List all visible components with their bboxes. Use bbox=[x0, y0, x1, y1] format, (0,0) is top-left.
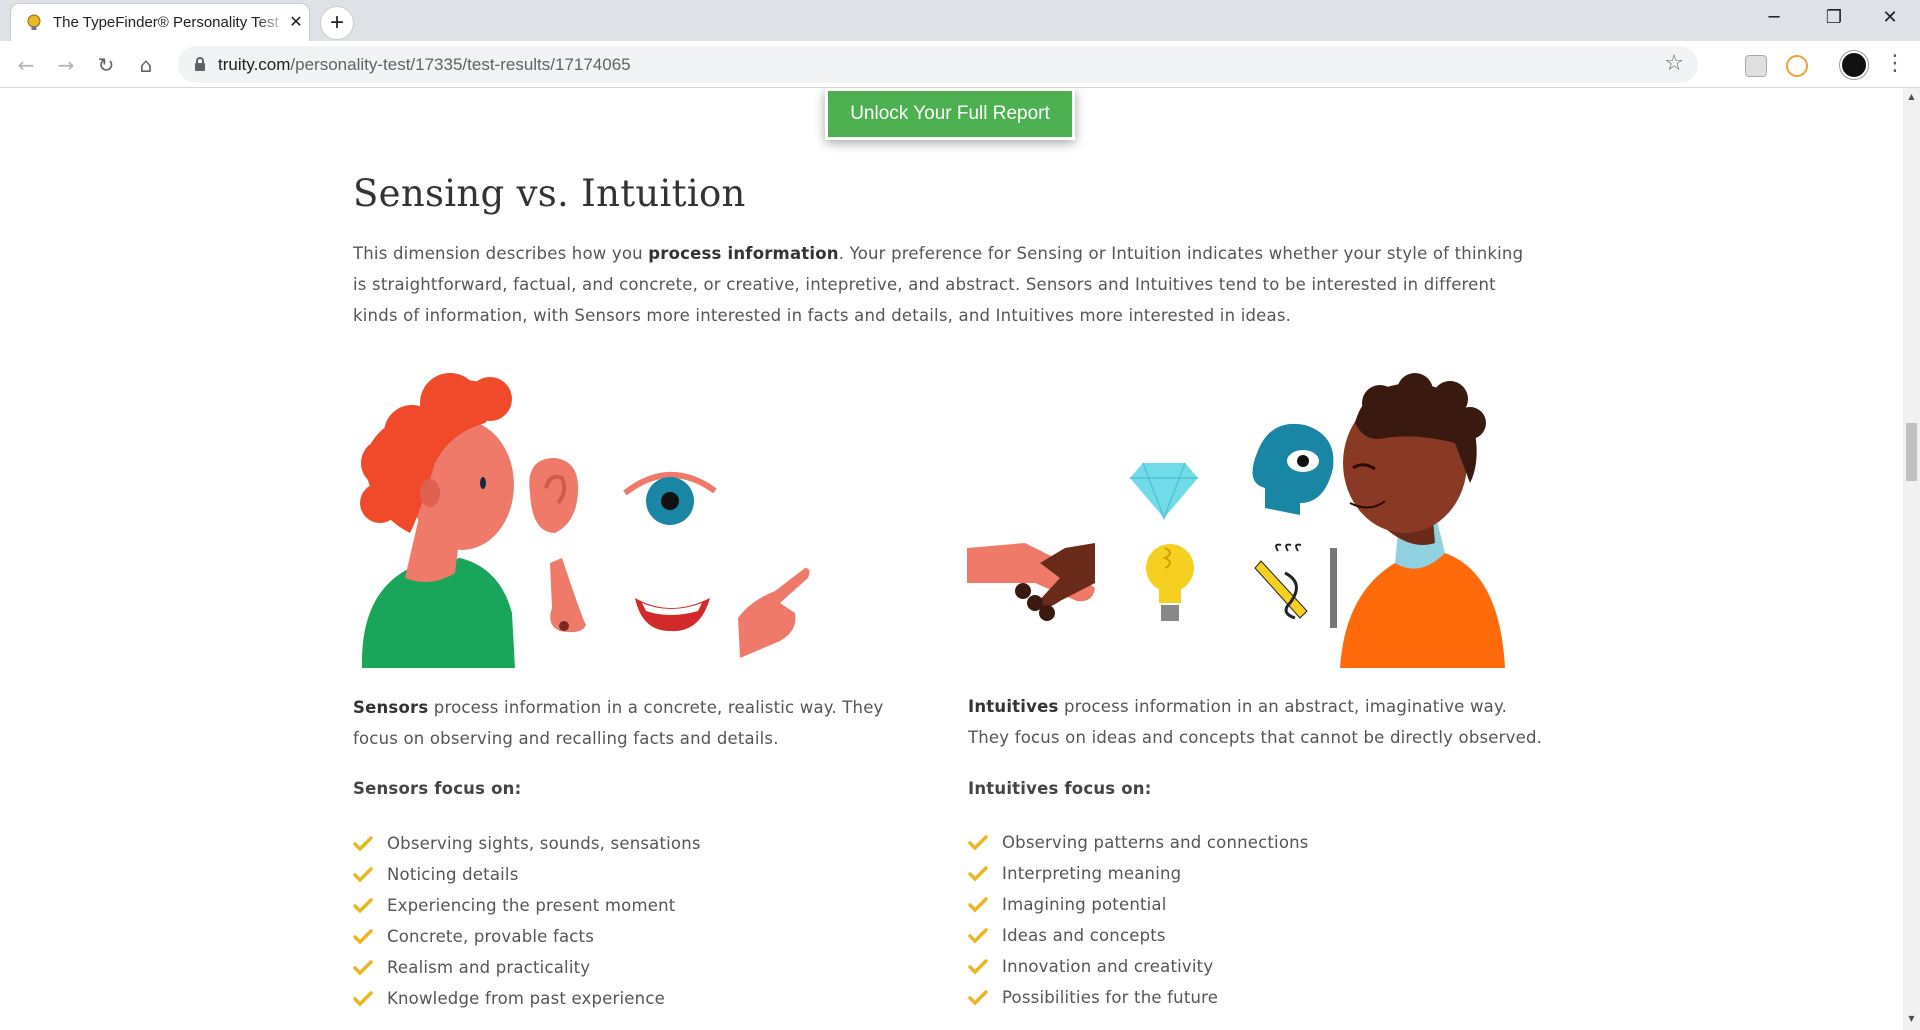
list-item-text: Realism and practicality bbox=[387, 958, 591, 977]
intuitives-illustration bbox=[967, 373, 1505, 668]
lock-icon bbox=[195, 57, 205, 71]
ear-icon bbox=[529, 458, 579, 533]
scroll-down-arrow-icon[interactable]: ▼ bbox=[1906, 1014, 1917, 1024]
intuitives-focus-list: Observing patterns and connections Inter… bbox=[968, 827, 1309, 1013]
list-item-text: Concrete, provable facts bbox=[387, 927, 595, 946]
list-item-text: Ideas and concepts bbox=[1002, 926, 1166, 945]
eye-icon bbox=[623, 472, 717, 525]
list-item-text: Experiencing the present moment bbox=[387, 896, 676, 915]
page-viewport: Unlock Your Full Report Sensing vs. Intu… bbox=[0, 88, 1903, 1030]
check-icon bbox=[353, 898, 373, 914]
list-item-text: Noticing details bbox=[387, 865, 519, 884]
reload-button[interactable]: ↻ bbox=[90, 49, 122, 81]
browser-tab[interactable]: The TypeFinder® Personality Test ✕ bbox=[10, 3, 310, 41]
lightbulb-icon bbox=[1146, 544, 1194, 621]
list-item: Concrete, provable facts bbox=[353, 921, 701, 952]
pointing-hand-icon bbox=[738, 568, 810, 658]
list-item: Possibilities for the future bbox=[968, 982, 1309, 1013]
profile-avatar-icon[interactable] bbox=[1840, 51, 1868, 79]
sensors-focus-list: Observing sights, sounds, sensations Not… bbox=[353, 828, 701, 1014]
head-eye-icon bbox=[1252, 423, 1334, 515]
bookmark-star-icon[interactable]: ☆ bbox=[1664, 52, 1684, 76]
url-host: truity.com bbox=[218, 55, 291, 74]
forward-button[interactable]: → bbox=[50, 49, 82, 81]
minimize-button[interactable]: ─ bbox=[1746, 0, 1802, 38]
check-icon bbox=[353, 867, 373, 883]
intro-bold: process information bbox=[648, 244, 839, 263]
list-item: Observing patterns and connections bbox=[968, 827, 1309, 858]
tab-close-icon[interactable]: ✕ bbox=[287, 13, 305, 31]
tab-title: The TypeFinder® Personality Test bbox=[53, 14, 279, 31]
intuitives-lead: Intuitives bbox=[968, 697, 1059, 716]
check-icon bbox=[968, 835, 988, 851]
check-icon bbox=[968, 897, 988, 913]
home-button[interactable]: ⌂ bbox=[130, 49, 162, 81]
sensors-focus-heading: Sensors focus on: bbox=[353, 779, 522, 798]
close-window-button[interactable]: ✕ bbox=[1862, 0, 1918, 38]
sensor-person-icon bbox=[360, 373, 515, 668]
list-item-text: Imagining potential bbox=[1002, 895, 1167, 914]
sensors-description: Sensors process information in a concret… bbox=[353, 692, 928, 754]
lightbulb-favicon-icon bbox=[27, 14, 41, 30]
intro-paragraph: This dimension describes how you process… bbox=[353, 238, 1533, 331]
url-text: truity.com/personality-test/17335/test-r… bbox=[218, 55, 631, 75]
scroll-thumb[interactable] bbox=[1906, 423, 1917, 481]
list-item: Knowledge from past experience bbox=[353, 983, 701, 1014]
list-item-text: Observing patterns and connections bbox=[1002, 833, 1309, 852]
list-item: Experiencing the present moment bbox=[353, 890, 701, 921]
browser-menu-icon[interactable]: ⋮ bbox=[1884, 50, 1906, 78]
list-item-text: Observing sights, sounds, sensations bbox=[387, 834, 701, 853]
sensors-illustration bbox=[360, 373, 810, 668]
restore-button[interactable]: ❐ bbox=[1806, 0, 1862, 38]
intuitives-focus-heading: Intuitives focus on: bbox=[968, 779, 1152, 798]
check-icon bbox=[353, 960, 373, 976]
scroll-up-arrow-icon[interactable]: ▲ bbox=[1906, 92, 1917, 102]
new-tab-button[interactable]: + bbox=[320, 6, 354, 40]
url-path: /personality-test/17335/test-results/171… bbox=[290, 55, 631, 74]
check-icon bbox=[968, 928, 988, 944]
browser-toolbar: ← → ↻ ⌂ truity.com/personality-test/1733… bbox=[0, 41, 1920, 88]
handshake-icon bbox=[967, 543, 1095, 621]
extension-icon[interactable] bbox=[1745, 55, 1767, 77]
sensors-lead: Sensors bbox=[353, 698, 429, 717]
unlock-full-report-button[interactable]: Unlock Your Full Report bbox=[825, 88, 1075, 140]
mouth-icon bbox=[635, 598, 710, 632]
sketchpad-icon bbox=[1254, 543, 1337, 628]
list-item-text: Interpreting meaning bbox=[1002, 864, 1182, 883]
check-icon bbox=[968, 990, 988, 1006]
back-button[interactable]: ← bbox=[10, 49, 42, 81]
list-item-text: Innovation and creativity bbox=[1002, 957, 1214, 976]
tab-title-fade bbox=[257, 10, 287, 34]
check-icon bbox=[353, 836, 373, 852]
intro-before: This dimension describes how you bbox=[353, 244, 649, 263]
list-item: Realism and practicality bbox=[353, 952, 701, 983]
list-item: Noticing details bbox=[353, 859, 701, 890]
sensors-lead-text: process information in a concrete, reali… bbox=[353, 698, 884, 748]
list-item: Interpreting meaning bbox=[968, 858, 1309, 889]
check-icon bbox=[968, 959, 988, 975]
page-scrollbar[interactable]: ▲ ▼ bbox=[1903, 88, 1920, 1030]
list-item: Ideas and concepts bbox=[968, 920, 1309, 951]
extension-orange-icon[interactable] bbox=[1786, 55, 1808, 77]
list-item: Observing sights, sounds, sensations bbox=[353, 828, 701, 859]
check-icon bbox=[353, 929, 373, 945]
list-item: Innovation and creativity bbox=[968, 951, 1309, 982]
address-bar[interactable]: truity.com/personality-test/17335/test-r… bbox=[178, 46, 1698, 83]
intuitives-description: Intuitives process information in an abs… bbox=[968, 691, 1543, 753]
list-item: Imagining potential bbox=[968, 889, 1309, 920]
intuitive-person-icon bbox=[1340, 373, 1505, 668]
section-title: Sensing vs. Intuition bbox=[353, 172, 746, 215]
nose-icon bbox=[550, 558, 586, 633]
check-icon bbox=[968, 866, 988, 882]
list-item-text: Possibilities for the future bbox=[1002, 988, 1219, 1007]
tab-strip: The TypeFinder® Personality Test ✕ + ─ ❐… bbox=[0, 0, 1920, 41]
check-icon bbox=[353, 991, 373, 1007]
diamond-icon bbox=[1130, 462, 1198, 521]
list-item-text: Knowledge from past experience bbox=[387, 989, 665, 1008]
